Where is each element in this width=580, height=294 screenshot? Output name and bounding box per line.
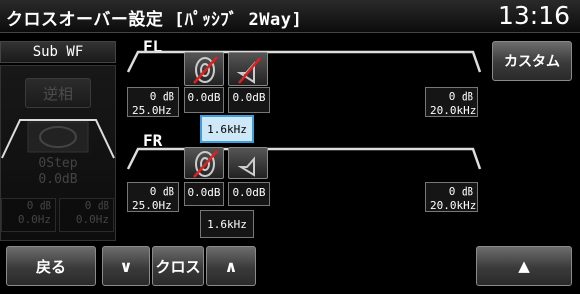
fr-mute-low-button[interactable] bbox=[184, 147, 224, 179]
triangle-up-icon: ▲ bbox=[518, 257, 530, 275]
fr-gain-high[interactable]: 0.0dB bbox=[228, 182, 270, 206]
chevron-up-button[interactable]: ∧ bbox=[206, 246, 256, 286]
fr-hp-freq: 25.0Hz bbox=[132, 199, 172, 212]
fl-curve bbox=[126, 50, 482, 80]
subwoofer-lp-cell: 0 ㏈ 0.0Hz bbox=[59, 198, 114, 232]
chevron-down-icon: ∨ bbox=[119, 256, 133, 276]
fr-lp-freq: 20.0kHz bbox=[430, 199, 477, 212]
cell-slope: 0 ㏈ bbox=[84, 199, 109, 212]
fl-mute-low-button[interactable] bbox=[184, 52, 224, 86]
speaker-mute-icon bbox=[193, 150, 218, 178]
subwoofer-step-value: 0Step 0.0dB bbox=[26, 156, 90, 192]
chevron-down-button[interactable]: ∨ bbox=[102, 246, 150, 286]
cell-freq: 0.0Hz bbox=[75, 213, 109, 226]
fl-gain-high[interactable]: 0.0dB bbox=[228, 87, 270, 113]
fr-hp-setting[interactable]: 0 ㏈ 25.0Hz bbox=[127, 182, 179, 212]
speaker-mute-icon bbox=[193, 56, 218, 84]
fr-gain-low[interactable]: 0.0dB bbox=[184, 182, 224, 206]
fr-hp-slope: 0 ㏈ bbox=[149, 185, 174, 198]
clock: 13:16 bbox=[497, 1, 570, 30]
fl-hp-freq: 25.0Hz bbox=[132, 104, 172, 117]
fl-mute-high-button[interactable] bbox=[228, 52, 268, 86]
fl-hp-slope: 0 ㏈ bbox=[149, 90, 174, 103]
subwoofer-curve bbox=[1, 119, 115, 159]
subwoofer-label: Sub WF bbox=[0, 41, 116, 63]
tweeter-icon bbox=[237, 156, 255, 177]
step-line: 0Step bbox=[38, 156, 78, 171]
fl-lp-setting[interactable]: 0 ㏈ 20.0kHz bbox=[425, 87, 478, 117]
fl-lp-freq: 20.0kHz bbox=[430, 104, 477, 117]
cross-button[interactable]: クロス bbox=[152, 246, 204, 286]
fr-lp-setting[interactable]: 0 ㏈ 20.0kHz bbox=[425, 182, 478, 212]
subwoofer-hp-cell: 0 ㏈ 0.0Hz bbox=[1, 198, 56, 232]
fr-mute-high-button[interactable] bbox=[228, 147, 268, 179]
cell-freq: 0.0Hz bbox=[17, 213, 51, 226]
chevron-up-icon: ∧ bbox=[224, 256, 238, 276]
cell-slope: 0 ㏈ bbox=[26, 199, 51, 212]
custom-button[interactable]: カスタム bbox=[492, 41, 572, 81]
fl-gain-low[interactable]: 0.0dB bbox=[184, 87, 224, 113]
fr-lp-slope: 0 ㏈ bbox=[448, 185, 473, 198]
invert-phase-button[interactable]: 逆相 bbox=[25, 78, 91, 108]
eject-button[interactable]: ▲ bbox=[476, 246, 572, 286]
back-button[interactable]: 戻る bbox=[6, 246, 96, 286]
fr-crossover-freq[interactable]: 1.6kHz bbox=[200, 210, 254, 238]
step-gain: 0.0dB bbox=[38, 172, 78, 187]
fl-hp-setting[interactable]: 0 ㏈ 25.0Hz bbox=[127, 87, 179, 117]
fl-lp-slope: 0 ㏈ bbox=[448, 90, 473, 103]
tweeter-mute-icon bbox=[236, 57, 261, 84]
fr-curve bbox=[126, 147, 482, 177]
page-title: クロスオーバー設定 [ﾊﾟｯｼﾌﾞ 2Way] bbox=[6, 10, 303, 30]
